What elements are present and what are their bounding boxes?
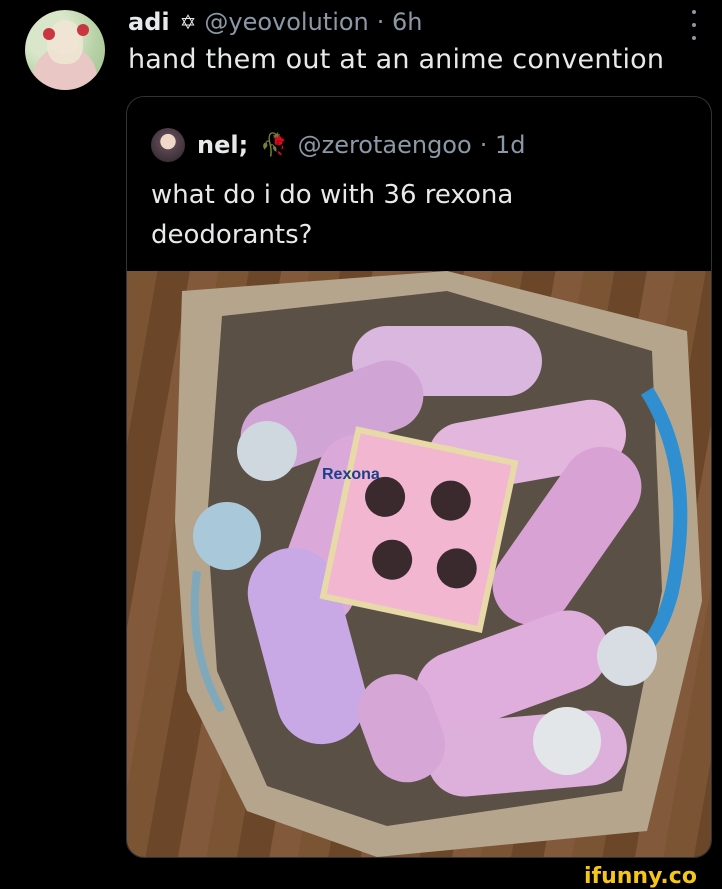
author-avatar[interactable] bbox=[25, 10, 105, 90]
photocard bbox=[319, 426, 519, 633]
post-text: hand them out at an anime convention bbox=[128, 44, 665, 75]
quoted-author-name: nel; bbox=[197, 131, 249, 159]
quoted-avatar[interactable] bbox=[151, 128, 185, 162]
quoted-handle: @zerotaengoo bbox=[297, 131, 472, 159]
quoted-text: what do i do with 36 rexona deodorants? bbox=[151, 180, 514, 250]
avatar-rose-icon bbox=[43, 28, 55, 40]
star-of-david-icon: ✡ bbox=[179, 10, 197, 34]
avatar-rose-icon bbox=[77, 24, 89, 36]
post-header: adi ✡ @yeovolution · 6h bbox=[128, 2, 423, 42]
bag-of-deodorants-image: Rexona bbox=[175, 271, 702, 857]
post-photo[interactable]: Rexona bbox=[127, 271, 711, 857]
ifunny-watermark: ifunny.co bbox=[584, 864, 697, 889]
post-time[interactable]: · 6h bbox=[377, 8, 423, 36]
author-name[interactable]: adi bbox=[128, 8, 170, 36]
more-options-icon[interactable] bbox=[686, 10, 702, 40]
wilted-rose-icon: 🥀 bbox=[260, 132, 288, 158]
quoted-header: nel; 🥀 @zerotaengoo · 1d bbox=[151, 125, 525, 165]
quoted-time: · 1d bbox=[479, 131, 526, 159]
brand-label: Rexona bbox=[322, 466, 380, 483]
quoted-post[interactable]: nel; 🥀 @zerotaengoo · 1d what do i do wi… bbox=[126, 96, 712, 858]
author-handle[interactable]: @yeovolution bbox=[204, 8, 368, 36]
